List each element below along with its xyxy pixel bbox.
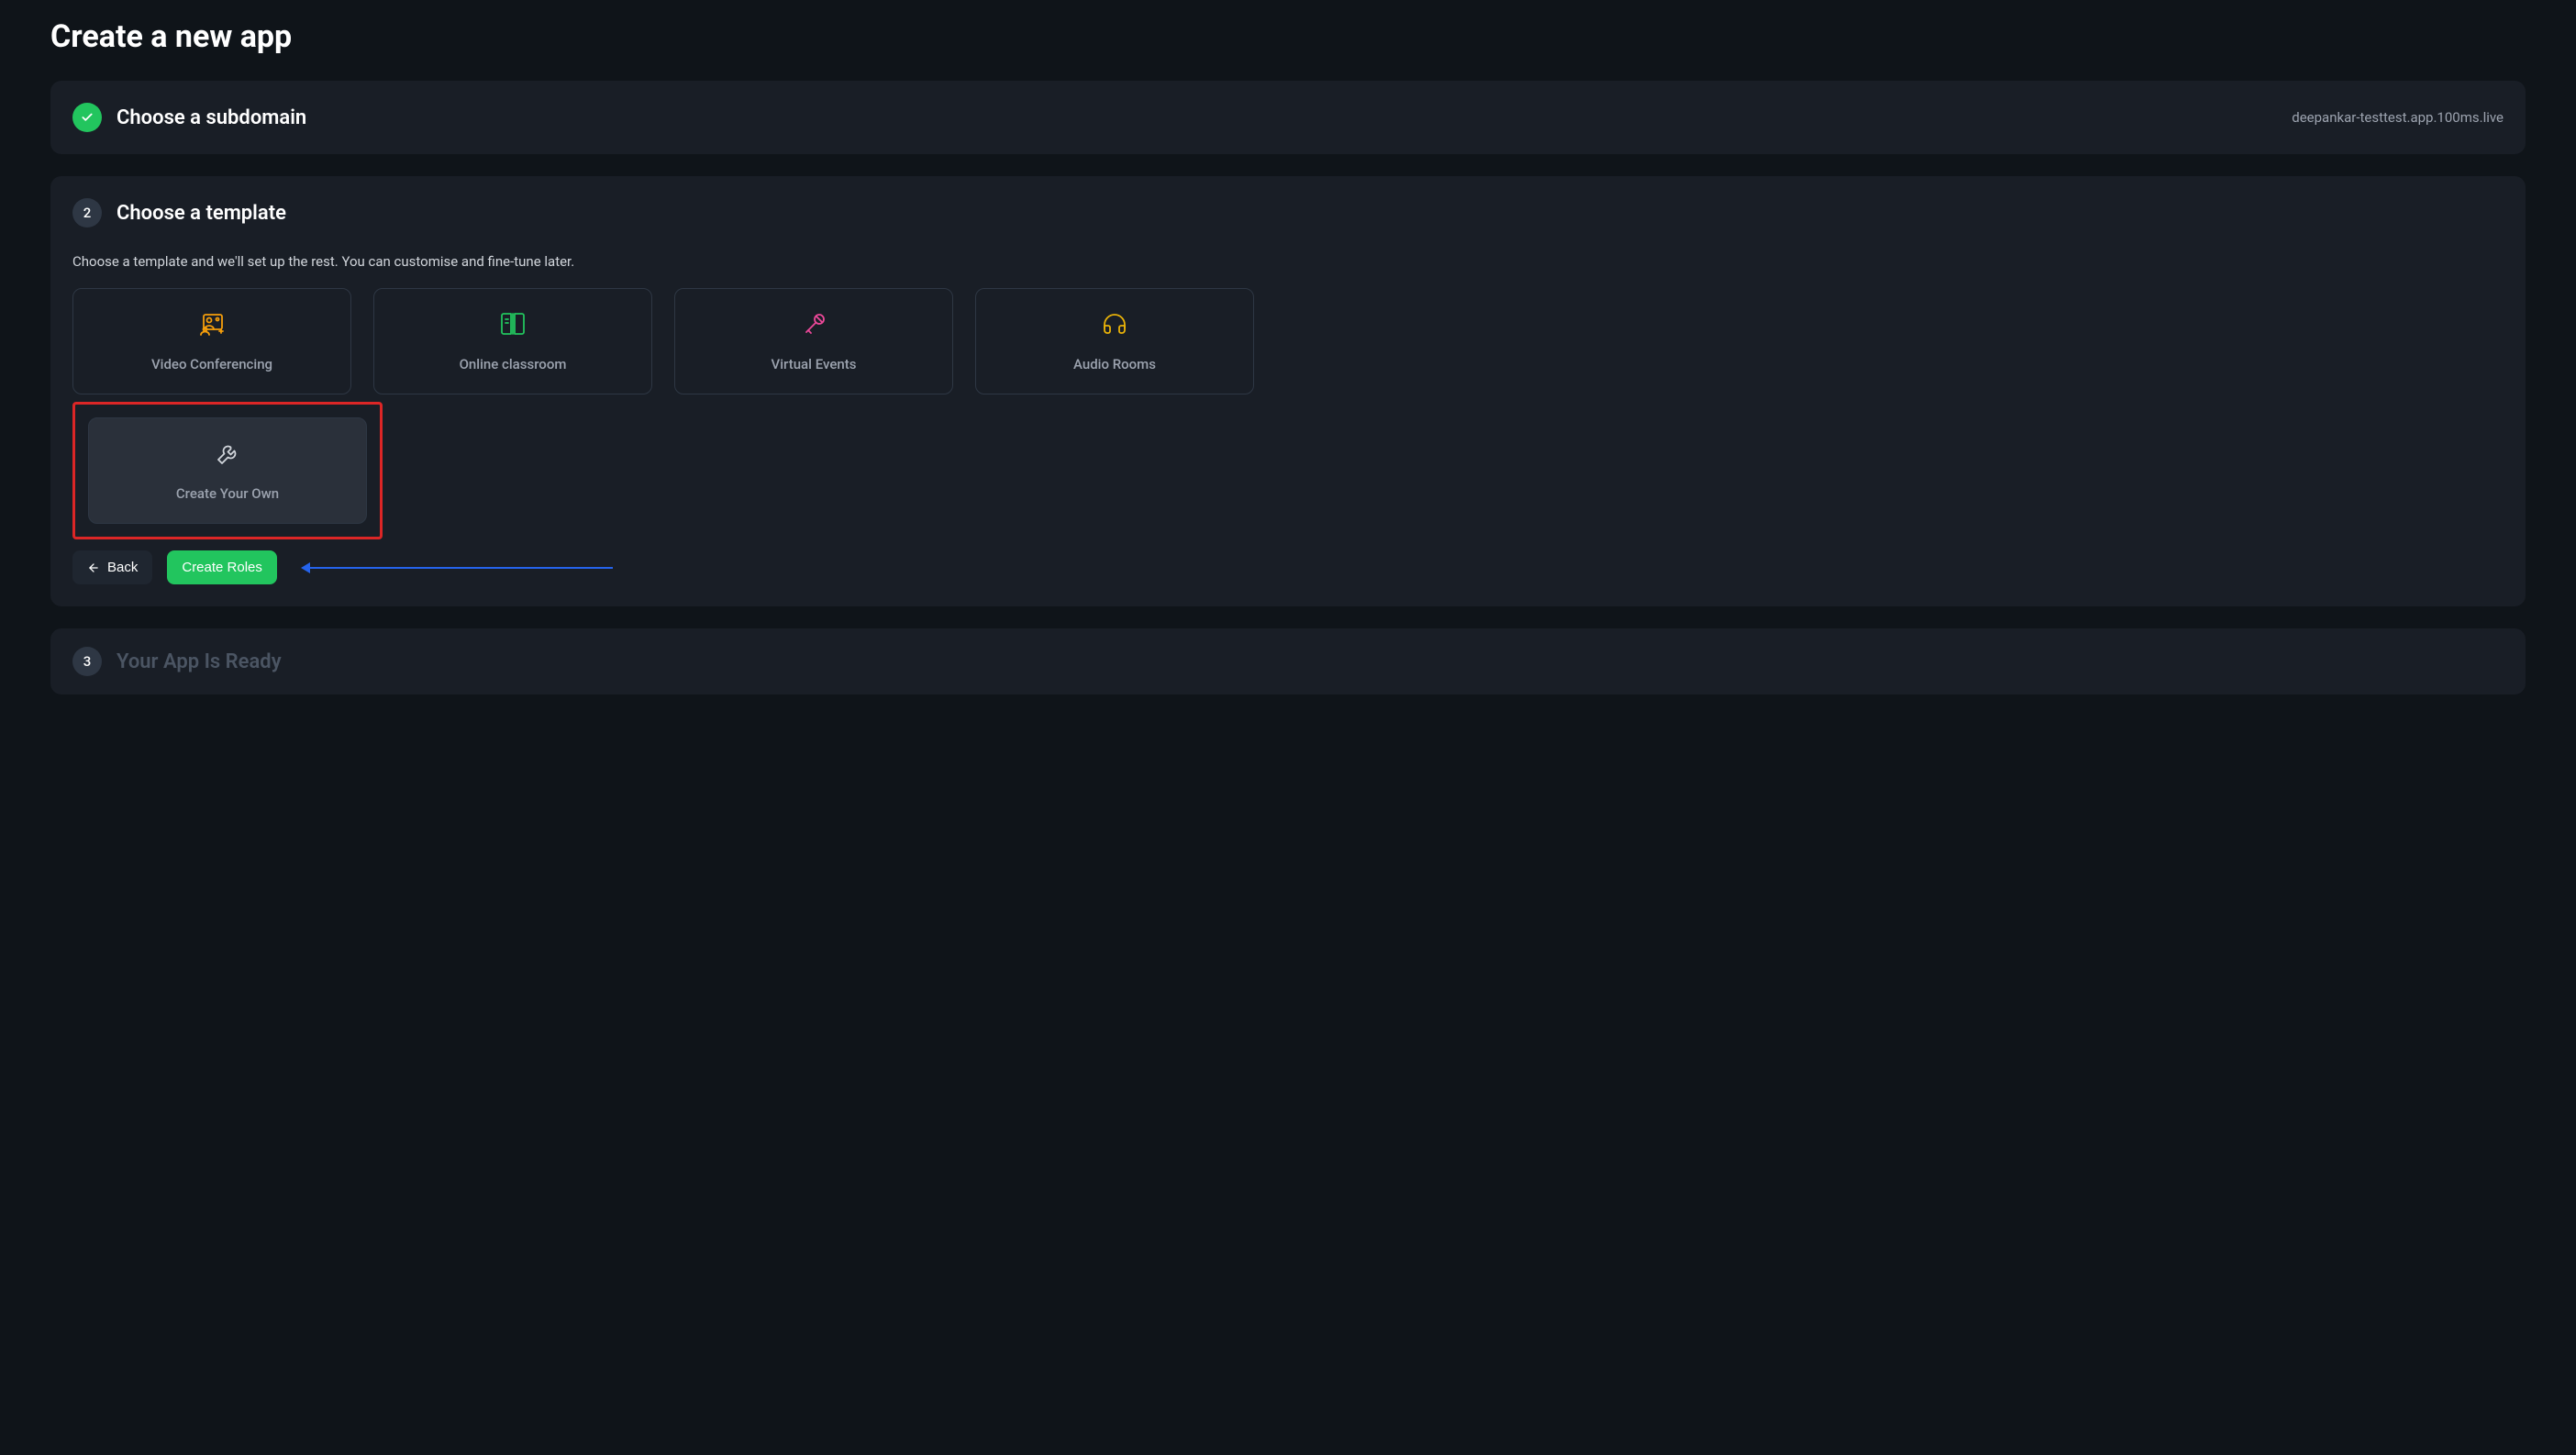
wrench-icon [213, 439, 242, 469]
step-template-title: Choose a template [117, 202, 286, 225]
back-button-label: Back [107, 560, 138, 575]
template-label: Video Conferencing [151, 356, 272, 372]
arrow-left-icon [87, 561, 100, 574]
book-icon [498, 310, 527, 339]
arrow-line [310, 567, 613, 569]
check-icon [72, 103, 102, 132]
step-template-description: Choose a template and we'll set up the r… [72, 253, 2504, 270]
headphones-icon [1100, 310, 1129, 339]
microphone-icon [799, 310, 828, 339]
step-ready-card: 3 Your App Is Ready [50, 628, 2526, 694]
template-label: Create Your Own [176, 485, 279, 502]
template-label: Audio Rooms [1073, 356, 1156, 372]
templates-grid: Video Conferencing Online classroom [72, 288, 2504, 394]
create-roles-button[interactable]: Create Roles [167, 550, 277, 584]
step-subdomain-header-left: Choose a subdomain [72, 103, 306, 132]
template-label: Virtual Events [772, 356, 857, 372]
step-ready-header: 3 Your App Is Ready [72, 647, 2504, 676]
template-create-your-own[interactable]: Create Your Own [88, 417, 367, 524]
template-video-conferencing[interactable]: Video Conferencing [72, 288, 351, 394]
template-audio-rooms[interactable]: Audio Rooms [975, 288, 1254, 394]
step-template-header-left: 2 Choose a template [72, 198, 286, 228]
step-subdomain-title: Choose a subdomain [117, 106, 306, 129]
actions-row: Back Create Roles [72, 550, 2504, 584]
arrow-annotation [301, 562, 613, 573]
template-label: Online classroom [460, 356, 567, 372]
step-template-card: 2 Choose a template Choose a template an… [50, 176, 2526, 606]
step-subdomain-header: Choose a subdomain deepankar-testtest.ap… [72, 103, 2504, 132]
highlight-annotation: Create Your Own [72, 402, 383, 539]
create-roles-button-label: Create Roles [182, 560, 262, 575]
video-conferencing-icon [197, 310, 227, 339]
step-number-badge: 3 [72, 647, 102, 676]
step-number-badge: 2 [72, 198, 102, 228]
back-button[interactable]: Back [72, 550, 152, 584]
step-ready-title: Your App Is Ready [117, 650, 282, 673]
template-virtual-events[interactable]: Virtual Events [674, 288, 953, 394]
page-title: Create a new app [50, 18, 2526, 55]
template-online-classroom[interactable]: Online classroom [373, 288, 652, 394]
step-ready-header-left: 3 Your App Is Ready [72, 647, 282, 676]
step-subdomain-card: Choose a subdomain deepankar-testtest.ap… [50, 81, 2526, 154]
arrow-head-icon [301, 562, 310, 573]
subdomain-value: deepankar-testtest.app.100ms.live [2292, 109, 2504, 126]
step-template-header: 2 Choose a template [72, 198, 2504, 228]
